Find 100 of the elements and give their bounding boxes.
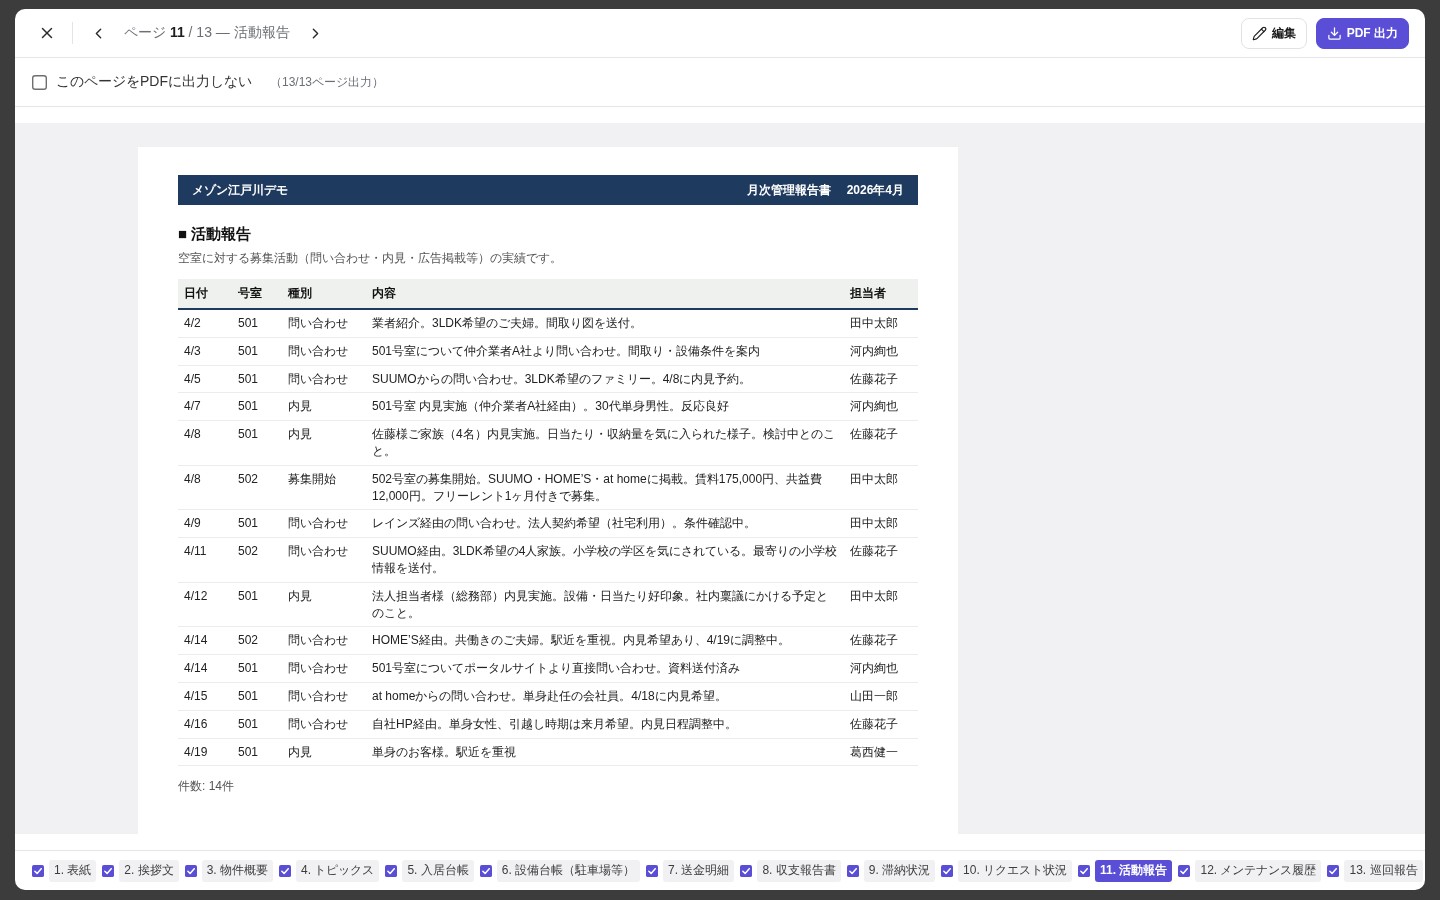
record-count: 件数: 14件 bbox=[178, 778, 235, 796]
table-cell: 業者紹介。3LDK希望のご夫婦。間取り図を送付。 bbox=[366, 309, 844, 338]
table-cell: 501 bbox=[232, 309, 282, 338]
page-include-checkbox[interactable] bbox=[1327, 864, 1340, 877]
page-title: ページ 11 / 13 — 活動報告 bbox=[124, 24, 290, 42]
table-cell: 問い合わせ bbox=[282, 337, 366, 366]
table-cell: 501 bbox=[232, 365, 282, 393]
column-header: 種別 bbox=[282, 279, 366, 309]
page-tab[interactable]: 2. 挨拶文 bbox=[119, 859, 179, 882]
table-cell: 4/2 bbox=[178, 309, 232, 338]
table-cell: HOME’S経由。共働きのご夫婦。駅近を重視。内見希望あり、4/19に調整中。 bbox=[366, 626, 844, 655]
table-cell: 501 bbox=[232, 738, 282, 766]
page-tab[interactable]: 9. 滞納状況 bbox=[863, 859, 936, 882]
table-cell: 内見 bbox=[282, 738, 366, 766]
column-header: 担当者 bbox=[844, 279, 918, 309]
page-include-checkbox[interactable] bbox=[646, 864, 659, 877]
property-name: メゾン江戸川デモ bbox=[192, 181, 288, 199]
table-cell: 501号室について仲介業者A社より問い合わせ。間取り・設備条件を案内 bbox=[366, 337, 844, 366]
report-period: 2026年4月 bbox=[846, 181, 904, 199]
table-cell: 501 bbox=[232, 337, 282, 366]
page-include-checkbox[interactable] bbox=[1178, 864, 1191, 877]
table-cell: 501 bbox=[232, 682, 282, 711]
table-cell: 4/3 bbox=[178, 337, 232, 366]
page-tab[interactable]: 3. 物件概要 bbox=[201, 859, 274, 882]
table-cell: 501 bbox=[232, 509, 282, 538]
table-cell: 佐藤花子 bbox=[844, 626, 918, 655]
table-cell: 河内絢也 bbox=[844, 654, 918, 683]
page-tab[interactable]: 13. 巡回報告 bbox=[1344, 859, 1423, 882]
page-tab[interactable]: 7. 送金明細 bbox=[663, 859, 735, 882]
table-cell: 募集開始 bbox=[282, 465, 366, 510]
page-tab[interactable]: 4. トピックス bbox=[296, 859, 380, 882]
page-include-checkbox[interactable] bbox=[941, 864, 954, 877]
table-cell: 問い合わせ bbox=[282, 537, 366, 583]
table-cell: 問い合わせ bbox=[282, 682, 366, 711]
table-cell: 法人担当者様（総務部）内見実施。設備・日当たり好印象。社内稟議にかける予定とのこと。 bbox=[366, 582, 844, 627]
page-tab[interactable]: 10. リクエスト状況 bbox=[958, 859, 1073, 882]
table-cell: 4/5 bbox=[178, 365, 232, 393]
table-cell: at homeからの問い合わせ。単身赴任の会社員。4/18に内見希望。 bbox=[366, 682, 844, 711]
pencil-icon bbox=[1251, 25, 1267, 41]
page-include-checkbox[interactable] bbox=[184, 864, 197, 877]
table-cell: 4/14 bbox=[178, 626, 232, 655]
page-include-checkbox[interactable] bbox=[740, 864, 753, 877]
table-cell: 4/14 bbox=[178, 654, 232, 683]
export-pdf-button[interactable]: PDF 出力 bbox=[1315, 17, 1409, 49]
section-description: 空室に対する募集活動（問い合わせ・内見・広告掲載等）の実績です。 bbox=[178, 250, 563, 267]
table-cell: 田中太郎 bbox=[844, 465, 918, 510]
table-cell: 4/19 bbox=[178, 738, 232, 766]
table-cell: 河内絢也 bbox=[844, 392, 918, 421]
table-cell: 502 bbox=[232, 537, 282, 583]
page-include-checkbox[interactable] bbox=[1078, 864, 1091, 877]
table-cell: 4/11 bbox=[178, 537, 232, 583]
table-cell: 502号室の募集開始。SUUMO・HOME’S・at homeに掲載。賃料175,000円、共益費12,000円。フリーレント1ヶ月付きで募集。 bbox=[366, 465, 844, 510]
report-type: 月次管理報告書 bbox=[746, 181, 831, 199]
table-cell: 問い合わせ bbox=[282, 654, 366, 683]
table-cell: 502 bbox=[232, 465, 282, 510]
table-cell: 502 bbox=[232, 626, 282, 655]
table-cell: 山田一郎 bbox=[844, 682, 918, 711]
table-cell: 501号室についてポータルサイトより直接問い合わせ。資料送付済み bbox=[366, 654, 844, 683]
table-cell: 佐藤花子 bbox=[844, 420, 918, 466]
table-cell: 501 bbox=[232, 654, 282, 683]
table-cell: SUUMO経由。3LDK希望の4人家族。小学校の学区を気にされている。最寄りの小学校情報を送付。 bbox=[366, 537, 844, 583]
edit-button[interactable]: 編集 bbox=[1240, 17, 1307, 49]
column-header: 内容 bbox=[366, 279, 844, 309]
table-cell: 単身のお客様。駅近を重視 bbox=[366, 738, 844, 766]
page-include-checkbox[interactable] bbox=[385, 864, 398, 877]
column-header: 日付 bbox=[178, 279, 232, 309]
table-cell: 問い合わせ bbox=[282, 626, 366, 655]
table-cell: 501号室 内見実施（仲介業者A社経由）。30代単身男性。反応良好 bbox=[366, 392, 844, 421]
table-cell: 問い合わせ bbox=[282, 309, 366, 338]
table-cell: 4/8 bbox=[178, 465, 232, 510]
table-cell: 501 bbox=[232, 582, 282, 627]
page-tab[interactable]: 11. 活動報告 bbox=[1095, 859, 1173, 882]
exclude-page-checkbox[interactable] bbox=[32, 74, 47, 90]
table-cell: 4/7 bbox=[178, 392, 232, 421]
table-cell: 河内絢也 bbox=[844, 337, 918, 366]
table-cell: 501 bbox=[232, 710, 282, 739]
page-tab[interactable]: 6. 設備台帳（駐車場等） bbox=[496, 859, 641, 882]
table-cell: 葛西健一 bbox=[844, 738, 918, 766]
page-tab[interactable]: 5. 入居台帳 bbox=[402, 859, 474, 882]
table-cell: 問い合わせ bbox=[282, 710, 366, 739]
page-include-checkbox[interactable] bbox=[102, 864, 115, 877]
page-tab[interactable]: 12. メンテナンス履歴 bbox=[1195, 859, 1322, 882]
page-tab[interactable]: 8. 収支報告書 bbox=[757, 859, 841, 882]
table-cell: 4/9 bbox=[178, 509, 232, 538]
table-cell: 501 bbox=[232, 392, 282, 421]
table-cell: 田中太郎 bbox=[844, 309, 918, 338]
download-icon bbox=[1326, 25, 1342, 41]
page-include-checkbox[interactable] bbox=[279, 864, 292, 877]
page-tab[interactable]: 1. 表紙 bbox=[49, 859, 97, 882]
table-cell: 佐藤花子 bbox=[844, 710, 918, 739]
table-cell: 4/15 bbox=[178, 682, 232, 711]
table-cell: 田中太郎 bbox=[844, 582, 918, 627]
table-cell: 内見 bbox=[282, 420, 366, 466]
page-include-checkbox[interactable] bbox=[479, 864, 492, 877]
table-cell: 田中太郎 bbox=[844, 509, 918, 538]
table-cell: 4/12 bbox=[178, 582, 232, 627]
page-include-checkbox[interactable] bbox=[32, 864, 44, 877]
table-cell: 4/16 bbox=[178, 710, 232, 739]
page-include-checkbox[interactable] bbox=[846, 864, 859, 877]
exclude-page-label: このページをPDFに出力しない bbox=[56, 73, 252, 91]
